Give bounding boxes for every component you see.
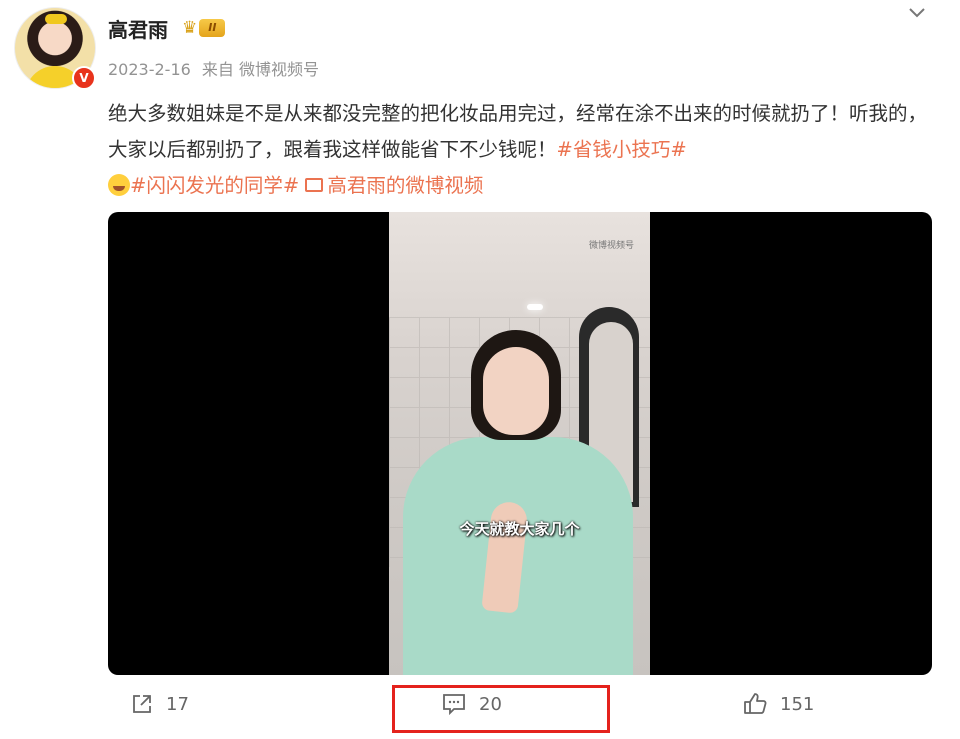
- share-count: 17: [166, 693, 189, 715]
- hair-bow: [45, 14, 67, 24]
- comment-highlight-box: [392, 685, 610, 733]
- like-count: 151: [780, 693, 815, 715]
- video-subtitle: 今天就教大家几个: [459, 520, 580, 538]
- thumbs-up-icon: [744, 693, 767, 714]
- chevron-down-icon[interactable]: [905, 2, 929, 27]
- topic-link-savings[interactable]: #省钱小技巧#: [557, 138, 687, 161]
- rank-level: II: [199, 19, 226, 37]
- topic-link-shining[interactable]: #闪闪发光的同学#: [130, 174, 299, 197]
- video-watermark: 微博视频号: [589, 241, 635, 251]
- share-button[interactable]: 17: [130, 692, 189, 716]
- rank-badge[interactable]: ♛ II: [182, 17, 240, 39]
- verified-badge-icon: V: [72, 66, 96, 90]
- video-link-label: 高君雨的微博视频: [327, 174, 484, 197]
- video-bg-lamp: [527, 304, 543, 310]
- video-player[interactable]: 微博视频号 今天就教大家几个: [108, 212, 932, 675]
- post-meta: 2023-2-16 来自 微博视频号: [108, 56, 325, 80]
- laughing-emoji-icon: [108, 174, 130, 196]
- post-source: 来自 微博视频号: [201, 60, 319, 79]
- video-icon: [305, 178, 324, 192]
- post-text: 绝大多数姐妹是不是从来都没完整的把化妆品用完过，经常在涂不出来的时候就扔了！听我…: [108, 96, 938, 204]
- crown-icon: ♛: [182, 18, 198, 38]
- post-body: 绝大多数姐妹是不是从来都没完整的把化妆品用完过，经常在涂不出来的时候就扔了！听我…: [108, 102, 928, 161]
- like-button[interactable]: 151: [742, 692, 814, 716]
- video-person-face: [483, 347, 549, 435]
- author-name[interactable]: 高君雨: [108, 14, 168, 43]
- video-frame: 微博视频号 今天就教大家几个: [389, 212, 650, 675]
- post-date[interactable]: 2023-2-16: [108, 60, 191, 79]
- share-icon: [133, 695, 151, 713]
- video-link[interactable]: 高君雨的微博视频: [305, 174, 483, 197]
